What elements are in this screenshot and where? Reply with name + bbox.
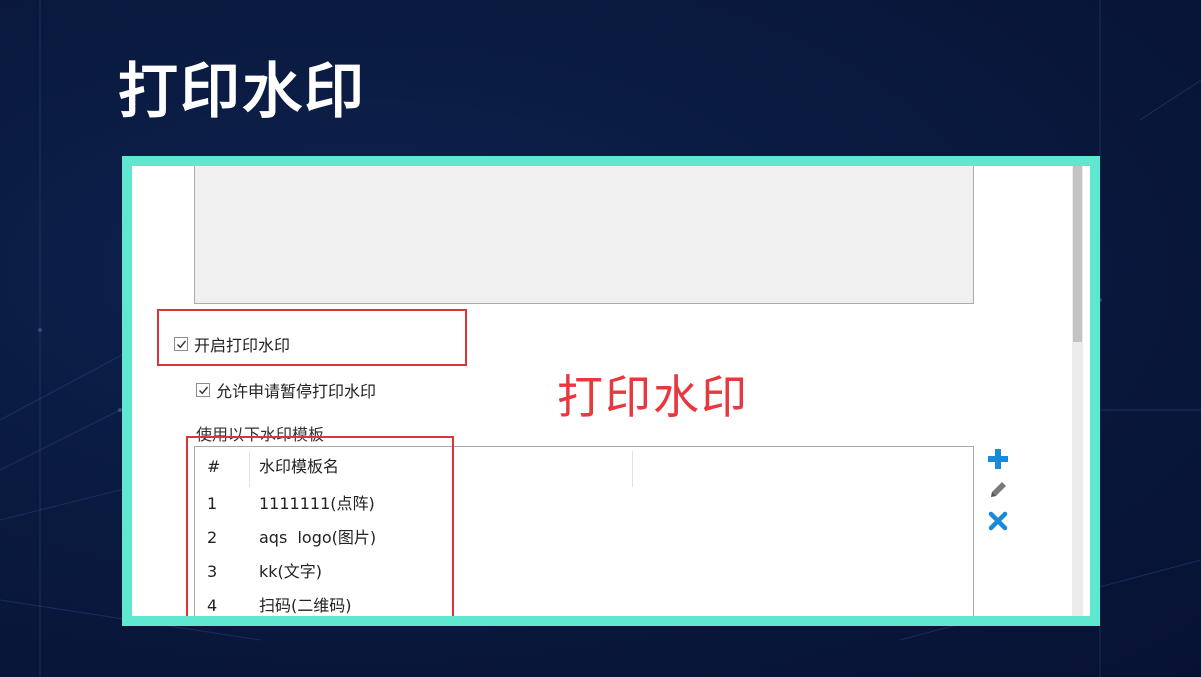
delete-template-button[interactable]: [985, 508, 1011, 534]
plus-icon: [988, 449, 1008, 469]
slide-title: 打印水印: [118, 57, 366, 127]
allow-pause-option[interactable]: 允许申请暂停打印水印: [196, 378, 376, 402]
annotation-box-templates: [186, 436, 454, 616]
close-icon: [988, 511, 1008, 531]
watermark-preview-area: [194, 166, 974, 304]
edit-template-button[interactable]: [985, 477, 1011, 503]
add-template-button[interactable]: [985, 446, 1011, 472]
annotation-box-enable: [157, 309, 467, 366]
allow-pause-checkbox[interactable]: [196, 383, 210, 397]
scrollbar-thumb[interactable]: [1073, 166, 1082, 342]
vertical-scrollbar[interactable]: [1072, 166, 1083, 616]
column-divider: [632, 451, 633, 487]
allow-pause-label: 允许申请暂停打印水印: [216, 382, 377, 401]
annotation-callout: 打印水印: [557, 370, 749, 424]
screenshot-frame: 开启打印水印 允许申请暂停打印水印 使用以下水印模板 # 水印模板名 1 111…: [122, 156, 1100, 626]
checkmark-icon: [199, 386, 209, 395]
pencil-icon: [991, 482, 1006, 497]
